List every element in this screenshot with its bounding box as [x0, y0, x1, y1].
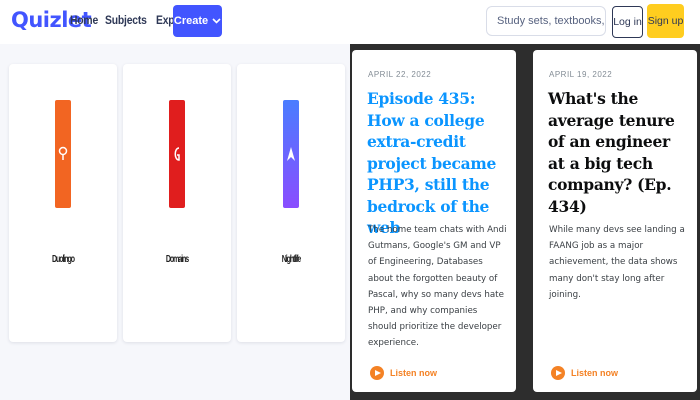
episode-title-link[interactable]: What's the average tenure of an engineer…: [548, 88, 688, 217]
search-placeholder: Study sets, textbooks, ...: [497, 15, 606, 27]
create-label: Create: [173, 15, 209, 27]
app-card-3[interactable]: Nightlife: [237, 64, 345, 342]
login-button[interactable]: Log in: [612, 6, 643, 38]
nav-home[interactable]: Home: [70, 15, 98, 27]
blue-arrow-app-logo-icon: [283, 100, 299, 208]
create-button[interactable]: Create: [173, 5, 222, 37]
chevron-down-icon: [212, 18, 221, 24]
episode-title-link[interactable]: Episode 435: How a college extra-credit …: [367, 88, 507, 239]
app-card-caption: Nightlife: [281, 254, 302, 265]
play-icon: [551, 366, 565, 380]
podcast-panel: APRIL 22, 2022 Episode 435: How a colleg…: [350, 44, 700, 400]
red-app-logo-icon: [169, 100, 185, 208]
listen-now-label: Listen now: [390, 368, 437, 378]
episode-description: The home team chats with Andi Gutmans, G…: [368, 225, 507, 349]
app-card-2[interactable]: Domains: [123, 64, 231, 342]
listen-now-button[interactable]: Listen now: [551, 366, 618, 380]
episode-date: APRIL 22, 2022: [368, 70, 432, 79]
search-input[interactable]: Study sets, textbooks, ...: [486, 6, 606, 36]
app-card-caption: Duolingo: [52, 254, 75, 265]
listen-now-label: Listen now: [571, 368, 618, 378]
play-icon: [370, 366, 384, 380]
listen-now-button[interactable]: Listen now: [370, 366, 437, 380]
episode-date: APRIL 19, 2022: [549, 70, 613, 79]
app-card-1[interactable]: Duolingo: [9, 64, 117, 342]
quizlet-header: Quizlet Home Subjects Explanations Creat…: [0, 0, 700, 44]
nav-subjects[interactable]: Subjects: [105, 15, 147, 27]
episode-card-2[interactable]: APRIL 19, 2022 What's the average tenure…: [533, 50, 697, 392]
signup-button[interactable]: Sign up: [647, 4, 684, 38]
app-card-caption: Domains: [165, 254, 189, 265]
episode-card-1[interactable]: APRIL 22, 2022 Episode 435: How a colleg…: [352, 50, 516, 392]
episode-description: While many devs see landing a FAANG job …: [549, 225, 685, 300]
orange-app-logo-icon: [55, 100, 71, 208]
